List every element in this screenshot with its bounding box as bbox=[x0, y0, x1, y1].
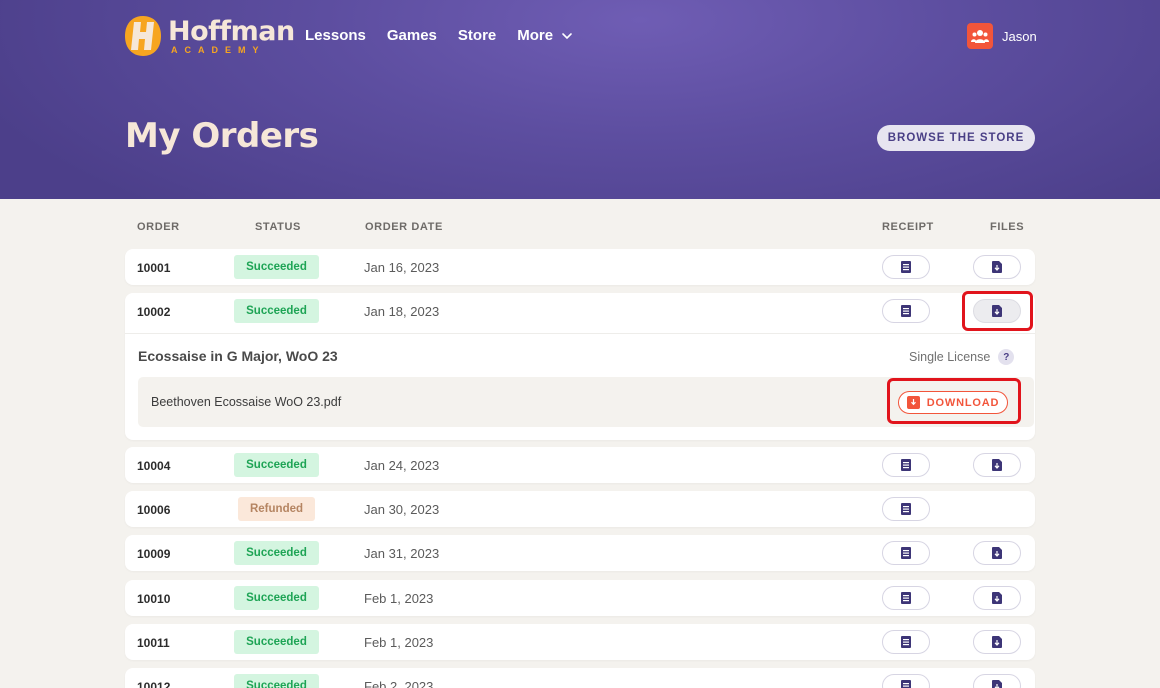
receipt-button[interactable] bbox=[882, 255, 930, 279]
status-badge: Succeeded bbox=[234, 299, 319, 323]
receipt-icon bbox=[901, 459, 911, 471]
order-date: Jan 18, 2023 bbox=[364, 304, 440, 319]
help-icon[interactable]: ? bbox=[998, 349, 1015, 365]
avatar bbox=[967, 23, 993, 49]
files-button[interactable] bbox=[973, 674, 1021, 688]
files-button[interactable] bbox=[973, 255, 1021, 279]
order-number: 10004 bbox=[137, 459, 171, 473]
status-badge: Succeeded bbox=[234, 674, 319, 688]
logo-subtitle: ACADEMY bbox=[171, 45, 266, 55]
file-name: Beethoven Ecossaise WoO 23.pdf bbox=[151, 395, 342, 409]
order-row: 10004 Succeeded Jan 24, 2023 bbox=[125, 447, 1035, 483]
status-badge: Succeeded bbox=[234, 255, 319, 279]
order-row: 10010 Succeeded Feb 1, 2023 bbox=[125, 580, 1035, 616]
files-button[interactable] bbox=[973, 541, 1021, 565]
files-button[interactable] bbox=[973, 453, 1021, 477]
order-row: 10011 Succeeded Feb 1, 2023 bbox=[125, 624, 1035, 660]
order-number: 10012 bbox=[137, 680, 171, 688]
product-title: Ecossaise in G Major, WoO 23 bbox=[138, 348, 338, 364]
nav-more-label: More bbox=[517, 27, 554, 44]
order-date: Jan 30, 2023 bbox=[364, 502, 440, 517]
column-header-files: FILES bbox=[990, 221, 1025, 233]
order-row: 10012 Succeeded Feb 2, 2023 bbox=[125, 668, 1035, 688]
order-date: Feb 1, 2023 bbox=[364, 591, 434, 606]
page-header: Hoffman ACADEMY Lessons Games Store More… bbox=[0, 0, 1160, 199]
file-download-icon bbox=[992, 261, 1002, 273]
receipt-button[interactable] bbox=[882, 541, 930, 565]
user-menu[interactable]: Jason bbox=[967, 23, 1037, 49]
row-divider bbox=[125, 333, 1035, 334]
order-date: Jan 31, 2023 bbox=[364, 546, 440, 561]
receipt-icon bbox=[901, 305, 911, 317]
receipt-icon bbox=[901, 261, 911, 273]
order-date: Jan 24, 2023 bbox=[364, 458, 440, 473]
receipt-button[interactable] bbox=[882, 299, 930, 323]
order-number: 10001 bbox=[137, 261, 171, 275]
receipt-button[interactable] bbox=[882, 674, 930, 688]
highlight-download-button bbox=[887, 378, 1021, 424]
license-text: Single License bbox=[909, 350, 991, 364]
order-date: Feb 2, 2023 bbox=[364, 679, 434, 688]
column-header-order: ORDER bbox=[137, 221, 180, 233]
highlight-files-button bbox=[962, 291, 1033, 331]
column-header-status: STATUS bbox=[255, 221, 301, 233]
file-download-icon bbox=[992, 592, 1002, 604]
file-download-icon bbox=[992, 636, 1002, 648]
status-badge: Succeeded bbox=[234, 586, 319, 610]
receipt-icon bbox=[901, 592, 911, 604]
order-date: Feb 1, 2023 bbox=[364, 635, 434, 650]
chevron-down-icon bbox=[562, 32, 572, 39]
order-row: 10001 Succeeded Jan 16, 2023 bbox=[125, 249, 1035, 285]
column-header-date: ORDER DATE bbox=[365, 221, 443, 233]
browse-store-button[interactable]: BROWSE THE STORE bbox=[877, 125, 1035, 151]
status-badge: Succeeded bbox=[234, 630, 319, 654]
order-number: 10006 bbox=[137, 503, 171, 517]
receipt-button[interactable] bbox=[882, 453, 930, 477]
status-badge: Refunded bbox=[238, 497, 315, 521]
main-nav: Lessons Games Store More bbox=[305, 27, 573, 44]
nav-store[interactable]: Store bbox=[458, 27, 496, 44]
receipt-button[interactable] bbox=[882, 630, 930, 654]
status-badge: Succeeded bbox=[234, 541, 319, 565]
license-label: Single License ? bbox=[909, 349, 1015, 365]
page-title: My Orders bbox=[125, 116, 319, 156]
order-number: 10010 bbox=[137, 592, 171, 606]
order-row: 10006 Refunded Jan 30, 2023 bbox=[125, 491, 1035, 527]
order-row: 10009 Succeeded Jan 31, 2023 bbox=[125, 535, 1035, 571]
file-download-icon bbox=[992, 459, 1002, 471]
nav-more[interactable]: More bbox=[517, 27, 573, 44]
users-icon bbox=[971, 30, 989, 43]
user-name: Jason bbox=[1002, 28, 1037, 44]
order-date: Jan 16, 2023 bbox=[364, 260, 440, 275]
receipt-icon bbox=[901, 680, 911, 688]
column-header-receipt: RECEIPT bbox=[882, 221, 934, 233]
file-download-icon bbox=[992, 547, 1002, 559]
hoffman-academy-logo[interactable]: Hoffman ACADEMY bbox=[124, 14, 295, 60]
status-badge: Succeeded bbox=[234, 453, 319, 477]
receipt-icon bbox=[901, 503, 911, 515]
order-number: 10002 bbox=[137, 305, 171, 319]
order-number: 10009 bbox=[137, 547, 171, 561]
receipt-icon bbox=[901, 636, 911, 648]
nav-lessons[interactable]: Lessons bbox=[305, 27, 366, 44]
files-button[interactable] bbox=[973, 630, 1021, 654]
receipt-icon bbox=[901, 547, 911, 559]
logo-wordmark: Hoffman bbox=[168, 16, 295, 47]
files-button[interactable] bbox=[973, 586, 1021, 610]
nav-games[interactable]: Games bbox=[387, 27, 437, 44]
order-number: 10011 bbox=[137, 636, 170, 650]
logo-icon bbox=[125, 16, 161, 56]
receipt-button[interactable] bbox=[882, 586, 930, 610]
file-download-icon bbox=[992, 680, 1002, 688]
receipt-button[interactable] bbox=[882, 497, 930, 521]
